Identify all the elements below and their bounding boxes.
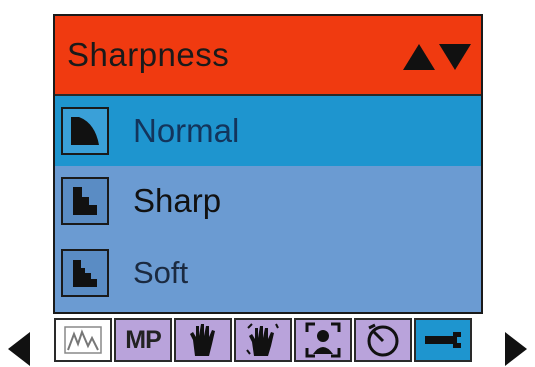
option-normal[interactable]: Normal [55, 96, 481, 166]
arrow-up-icon[interactable] [403, 44, 435, 70]
face-detect-icon [305, 322, 341, 358]
tab-hand[interactable] [174, 318, 232, 362]
previous-tab-arrow-icon[interactable] [8, 332, 30, 366]
next-tab-arrow-icon[interactable] [505, 332, 527, 366]
menu-header: Sharpness [55, 16, 481, 96]
waveform-icon [64, 326, 102, 354]
sharpness-menu: Sharpness Normal Sharp Soft [53, 14, 483, 314]
menu-title: Sharpness [67, 36, 230, 73]
option-label: Soft [133, 255, 189, 290]
sharpness-soft-icon [61, 249, 109, 297]
option-label: Normal [133, 112, 240, 149]
tab-timer[interactable] [354, 318, 412, 362]
arrow-down-icon[interactable] [439, 44, 471, 70]
megapixel-icon: MP [125, 325, 161, 354]
tab-face-detect[interactable] [294, 318, 352, 362]
tab-waveform[interactable] [54, 318, 112, 362]
timer-icon [367, 323, 399, 357]
hand-icon [190, 324, 215, 356]
wrench-icon [425, 332, 461, 348]
sharpness-normal-icon [61, 107, 109, 155]
option-label: Sharp [133, 182, 222, 219]
tab-setup[interactable] [414, 318, 472, 362]
hand-stabilizer-icon [246, 323, 279, 356]
scroll-arrows[interactable] [403, 44, 471, 70]
tab-bar: MP [0, 314, 535, 367]
option-sharp[interactable]: Sharp [55, 166, 481, 236]
tab-megapixel[interactable]: MP [114, 318, 172, 362]
sharpness-sharp-icon [61, 177, 109, 225]
tab-stabilizer[interactable] [234, 318, 292, 362]
option-soft[interactable]: Soft [55, 238, 481, 308]
